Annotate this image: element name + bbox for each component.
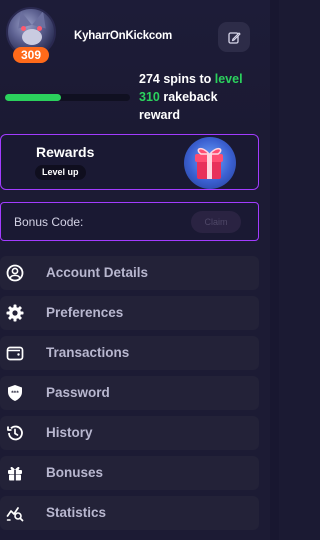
edit-icon <box>227 31 241 44</box>
menu-label: History <box>46 425 93 440</box>
level-up-badge: Level up <box>35 165 86 180</box>
menu-item-statistics[interactable]: Statistics <box>0 496 259 530</box>
menu-label: Bonuses <box>46 465 104 480</box>
svg-text:***: *** <box>11 391 19 397</box>
spins-prefix: 274 spins to <box>139 72 215 86</box>
gear-icon <box>5 303 25 323</box>
menu-item-password[interactable]: *** Password <box>0 376 259 410</box>
rewards-title: Rewards <box>36 144 95 160</box>
profile-panel: 309 KyharrOnKickcom 274 spins to level 3… <box>0 0 279 540</box>
menu-label: Account Details <box>46 265 149 280</box>
user-circle-icon <box>5 263 25 283</box>
history-icon <box>5 423 25 443</box>
bonus-code-input[interactable] <box>81 211 181 233</box>
menu-item-preferences[interactable]: Preferences <box>0 296 259 330</box>
bonus-code-box: Bonus Code: Claim <box>0 202 259 241</box>
menu-item-transactions[interactable]: Transactions <box>0 336 259 370</box>
shield-icon: *** <box>5 383 25 403</box>
rewards-card[interactable]: Rewards Level up <box>0 134 259 190</box>
level-badge: 309 <box>13 47 49 63</box>
spins-suffix: rakeback <box>159 90 218 104</box>
menu-item-history[interactable]: History <box>0 416 259 450</box>
menu-item-bonuses[interactable]: Bonuses <box>0 456 259 490</box>
statistics-icon <box>5 503 25 523</box>
claim-button[interactable]: Claim <box>191 211 241 233</box>
gift-icon <box>5 463 25 483</box>
edit-profile-button[interactable] <box>218 22 250 52</box>
username: KyharrOnKickcom <box>74 30 172 42</box>
menu-label: Password <box>46 385 110 400</box>
wallet-icon <box>5 343 25 363</box>
menu-label: Preferences <box>46 305 124 320</box>
spins-level-number: 310 <box>139 90 160 104</box>
level-progress-bar <box>5 94 130 101</box>
level-progress-fill <box>5 94 62 101</box>
gift-icon <box>184 137 236 189</box>
spins-level-word: level <box>214 72 243 86</box>
menu-label: Statistics <box>46 505 107 520</box>
spins-reward-word: reward <box>139 108 180 122</box>
menu-item-account-details[interactable]: Account Details <box>0 256 259 290</box>
spins-to-level-text: 274 spins to level 310 rakeback reward <box>139 70 277 124</box>
bonus-code-label: Bonus Code: <box>14 215 84 229</box>
profile-header: 309 KyharrOnKickcom 274 spins to level 3… <box>0 0 279 130</box>
menu-label: Transactions <box>46 345 130 360</box>
scrollbar[interactable] <box>270 0 279 540</box>
